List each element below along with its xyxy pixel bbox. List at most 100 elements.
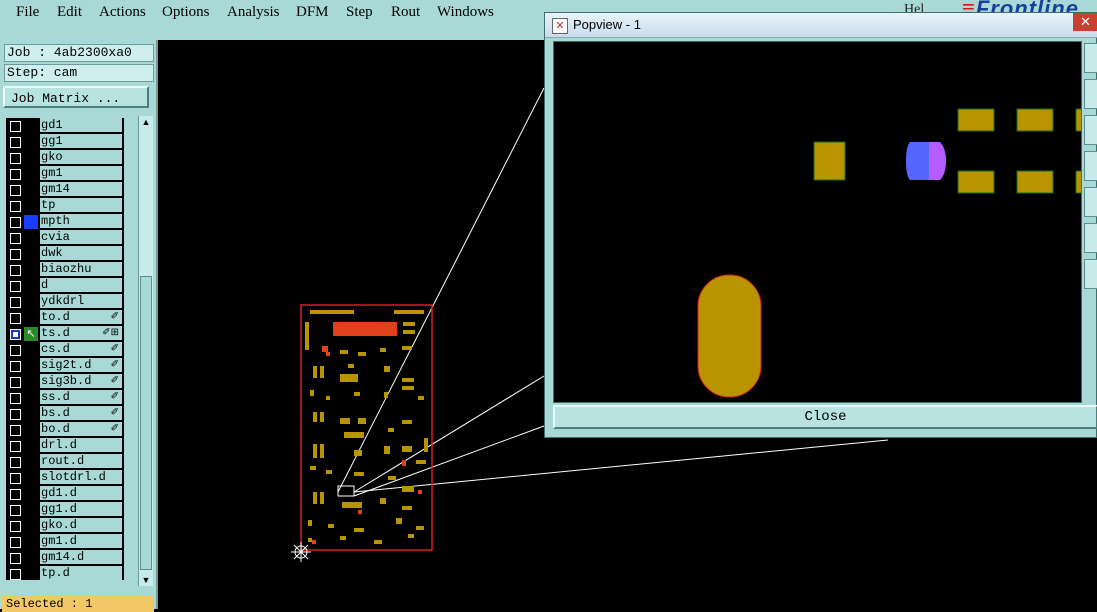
layer-row[interactable]: gm1.d [6,534,124,550]
scroll-thumb[interactable] [140,276,152,570]
pan-tool-icon[interactable] [1084,79,1097,109]
layer-color-swatch[interactable] [24,567,38,580]
layer-row[interactable]: drl.d [6,438,124,454]
layer-row[interactable]: rout.d [6,454,124,470]
layer-color-swatch[interactable]: ↖ [24,327,38,341]
menu-windows[interactable]: Windows [437,4,494,21]
layer-name[interactable]: dwk [40,246,122,261]
layer-name[interactable]: gm1 [40,166,122,181]
zoom-out-tool-icon[interactable] [1084,151,1097,181]
redraw-tool-icon[interactable] [1084,259,1097,289]
zoom-in-tool-icon[interactable] [1084,115,1097,145]
layer-checkbox[interactable] [10,249,21,260]
layer-checkbox[interactable] [10,489,21,500]
layer-name[interactable]: bo.d ✐ [40,422,122,437]
layer-color-swatch[interactable] [24,503,38,517]
layer-color-swatch[interactable] [24,231,38,245]
layer-row[interactable]: gm14 [6,182,124,198]
layer-scrollbar[interactable]: ▲ ▼ [138,116,153,586]
layer-row[interactable]: d [6,278,124,294]
layer-color-swatch[interactable] [24,439,38,453]
layer-row[interactable]: to.d ✐ [6,310,124,326]
layer-checkbox[interactable] [10,521,21,532]
layer-row[interactable]: gko.d [6,518,124,534]
layer-row[interactable]: tp [6,198,124,214]
layer-color-swatch[interactable] [24,119,38,133]
layer-color-swatch[interactable] [24,391,38,405]
layer-color-swatch[interactable] [24,535,38,549]
layer-row[interactable]: cs.d ✐ [6,342,124,358]
menu-options[interactable]: Options [162,4,210,21]
layer-name[interactable]: tp.d [40,566,122,580]
layer-checkbox[interactable] [10,457,21,468]
menu-file[interactable]: File [16,4,39,21]
layer-name[interactable]: ydkdrl [40,294,122,309]
zoom-tool-icon[interactable] [1084,43,1097,73]
popview-canvas[interactable] [553,41,1082,403]
layer-checkbox[interactable] [10,265,21,276]
layer-checkbox[interactable] [10,313,21,324]
layer-checkbox[interactable] [10,217,21,228]
layer-color-swatch[interactable] [24,263,38,277]
layer-row[interactable]: cvia [6,230,124,246]
layer-checkbox[interactable] [10,121,21,132]
layer-checkbox[interactable] [10,377,21,388]
layer-checkbox[interactable] [10,153,21,164]
layer-row[interactable]: gd1 [6,118,124,134]
layer-row[interactable]: tp.d [6,566,124,580]
menu-analysis[interactable]: Analysis [227,4,280,21]
fit-tool-icon[interactable] [1084,187,1097,217]
layer-color-swatch[interactable] [24,487,38,501]
layer-name[interactable]: gd1 [40,118,122,133]
layer-name[interactable]: gm14.d [40,550,122,565]
layer-checkbox[interactable] [10,393,21,404]
home-tool-icon[interactable] [1084,223,1097,253]
window-close-icon[interactable]: ✕ [1073,13,1097,31]
layer-name[interactable]: tp [40,198,122,213]
layer-checkbox[interactable] [10,537,21,548]
layer-name[interactable]: ts.d ✐⊞ [40,326,122,341]
layer-color-swatch[interactable] [24,215,38,229]
layer-name[interactable]: gko.d [40,518,122,533]
layer-name[interactable]: sig2t.d ✐ [40,358,122,373]
layer-color-swatch[interactable] [24,135,38,149]
layer-checkbox[interactable] [10,297,21,308]
layer-checkbox[interactable] [10,441,21,452]
layer-color-swatch[interactable] [24,279,38,293]
layer-name[interactable]: drl.d [40,438,122,453]
layer-color-swatch[interactable] [24,455,38,469]
layer-row[interactable]: ↖ ts.d ✐⊞ [6,326,124,342]
layer-row[interactable]: ss.d ✐ [6,390,124,406]
layer-name[interactable]: sig3b.d ✐ [40,374,122,389]
layer-checkbox[interactable] [10,137,21,148]
layer-row[interactable]: bo.d ✐ [6,422,124,438]
layer-row[interactable]: gm1 [6,166,124,182]
layer-row[interactable]: ydkdrl [6,294,124,310]
layer-row[interactable]: gg1.d [6,502,124,518]
layer-color-swatch[interactable] [24,311,38,325]
menu-dfm[interactable]: DFM [296,4,329,21]
layer-name[interactable]: cs.d ✐ [40,342,122,357]
layer-name[interactable]: to.d ✐ [40,310,122,325]
layer-row[interactable]: gd1.d [6,486,124,502]
layer-name[interactable]: bs.d ✐ [40,406,122,421]
layer-name[interactable]: ss.d ✐ [40,390,122,405]
layer-name[interactable]: cvia [40,230,122,245]
layer-row[interactable]: sig2t.d ✐ [6,358,124,374]
layer-checkbox[interactable] [10,425,21,436]
layer-checkbox[interactable] [10,169,21,180]
layer-name[interactable]: d [40,278,122,293]
layer-color-swatch[interactable] [24,247,38,261]
menu-actions[interactable]: Actions [99,4,146,21]
layer-name[interactable]: gm14 [40,182,122,197]
layer-row[interactable]: bs.d ✐ [6,406,124,422]
layer-color-swatch[interactable] [24,375,38,389]
layer-name[interactable]: slotdrl.d [40,470,122,485]
layer-checkbox[interactable] [10,329,21,340]
layer-color-swatch[interactable] [24,423,38,437]
layer-color-swatch[interactable] [24,183,38,197]
layer-color-swatch[interactable] [24,359,38,373]
layer-name[interactable]: gko [40,150,122,165]
layer-row[interactable]: biaozhu [6,262,124,278]
layer-color-swatch[interactable] [24,519,38,533]
